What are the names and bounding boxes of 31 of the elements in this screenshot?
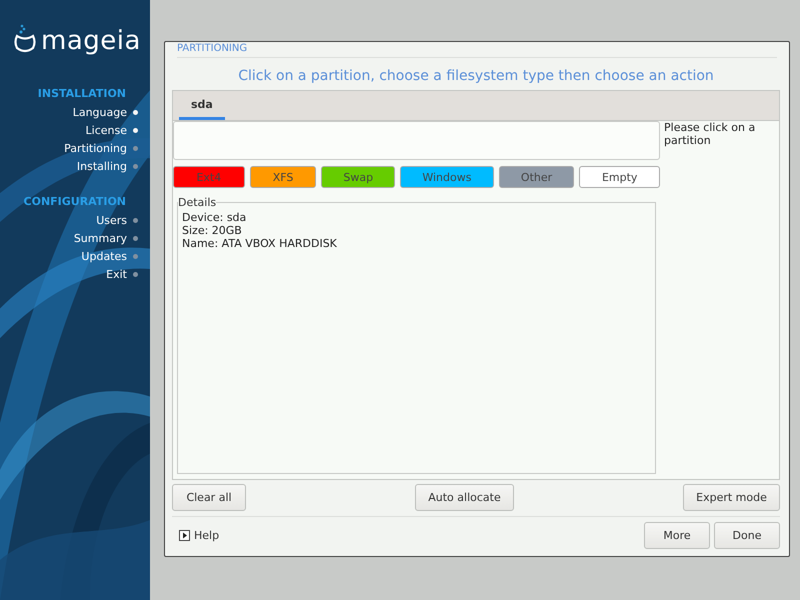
action-button[interactable]: Clear all <box>172 484 246 511</box>
section-heading: INSTALLATION <box>38 87 126 100</box>
instruction-text: Click on a partition, choose a filesystem type then choose an action <box>237 68 715 84</box>
expander-icon <box>179 530 190 541</box>
step-label: Users <box>96 214 127 226</box>
logo-text: mageia <box>41 28 141 54</box>
filesystem-button[interactable]: Empty <box>579 166 660 188</box>
action-button[interactable]: Auto allocate <box>415 484 514 511</box>
detail-line: Name: ATA VBOX HARDDISK <box>182 237 338 250</box>
step-label: Language <box>72 106 127 118</box>
cauldron-icon <box>13 24 37 54</box>
dialog-title: PARTITIONING <box>177 43 248 54</box>
step-label: Summary <box>74 232 127 244</box>
step-label: Updates <box>81 250 127 262</box>
step-label: Exit <box>106 268 127 280</box>
step-label: Partitioning <box>64 142 127 154</box>
dialog-button[interactable]: Done <box>714 522 780 549</box>
action-button[interactable]: Expert mode <box>683 484 780 511</box>
section-heading: CONFIGURATION <box>24 195 126 208</box>
step-label: Installing <box>76 160 127 172</box>
help-toggle[interactable]: Help <box>172 529 220 542</box>
step-label: License <box>86 124 127 136</box>
detail-line: Device: sda <box>182 211 248 224</box>
detail-line: Size: 20GB <box>182 224 243 237</box>
filesystem-button[interactable]: Windows <box>400 166 494 188</box>
dialog-button[interactable]: More <box>644 522 710 549</box>
filesystem-button[interactable]: Swap <box>321 166 396 188</box>
details-heading: Details <box>178 196 216 209</box>
partition-bar[interactable] <box>173 121 660 160</box>
hint-text: Please click on a partition <box>664 121 756 149</box>
filesystem-button[interactable]: XFS <box>250 166 316 188</box>
